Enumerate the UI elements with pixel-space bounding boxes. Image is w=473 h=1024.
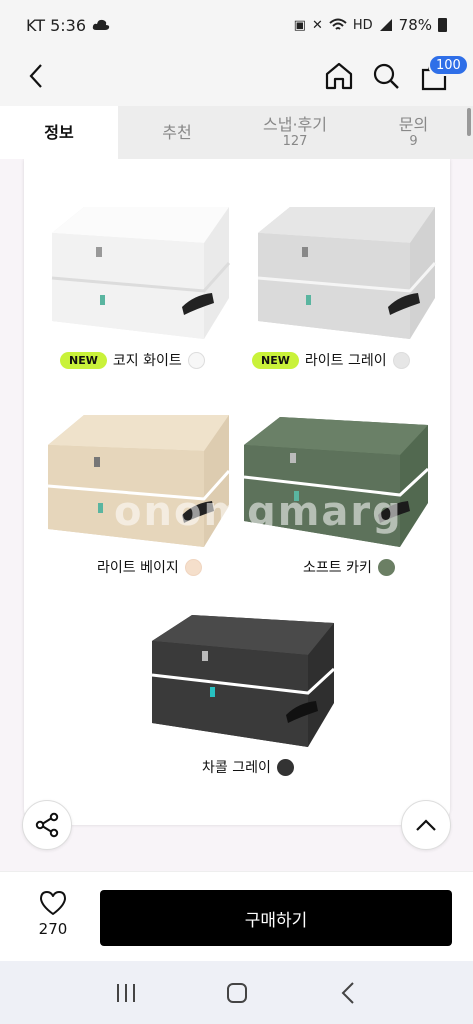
chevron-left-icon (29, 64, 42, 88)
tab-snap-review[interactable]: 스냅·후기 127 (236, 106, 354, 159)
status-bar: KT 5:36 ▣ ✕ HD 78% (0, 0, 473, 50)
color-swatch (276, 758, 294, 776)
cloud-icon (92, 19, 110, 30)
color-swatch (377, 558, 395, 576)
product-label-charcoal-gray: 차콜 그레이 (202, 757, 294, 777)
back-button[interactable] (16, 56, 56, 96)
image-watermark: onomgmarg (114, 489, 403, 535)
share-button[interactable] (22, 800, 72, 850)
tab-recommend[interactable]: 추천 (118, 106, 236, 159)
cart-count-badge: 100 (428, 54, 469, 76)
product-name: 소프트 카키 (303, 560, 372, 576)
home-icon (325, 62, 353, 90)
new-badge: NEW (252, 351, 299, 369)
tab-scrollbar[interactable] (467, 108, 471, 136)
home-nav-button[interactable] (217, 973, 257, 1013)
hd-icon: HD (352, 17, 373, 33)
scroll-to-top-button[interactable] (401, 800, 451, 850)
tab-label: 정보 (44, 122, 74, 142)
color-swatch (184, 558, 202, 576)
product-name: 라이트 그레이 (304, 353, 387, 369)
mute-icon: ✕ (311, 17, 323, 33)
product-detail-content[interactable]: NEW 코지 화이트 NEW 라이트 그레이 라이트 베이지 소프트 카키 on… (0, 159, 473, 871)
sim-icon: ▣ (293, 17, 306, 33)
bag-image-charcoal-gray (151, 615, 336, 747)
like-button[interactable]: 270 (26, 890, 80, 948)
tab-count: 9 (409, 134, 418, 150)
home-square-icon (226, 982, 247, 1003)
product-name: 라이트 베이지 (97, 560, 179, 576)
tab-label: 스냅·후기 (263, 115, 327, 135)
top-app-bar (0, 50, 473, 106)
product-label-light-beige: 라이트 베이지 (97, 557, 202, 577)
signal-icon (379, 19, 392, 31)
status-right: ▣ ✕ HD 78% (294, 16, 447, 34)
search-button[interactable] (366, 56, 406, 96)
bag-image-cozy-white (51, 207, 231, 339)
product-name: 코지 화이트 (112, 353, 182, 369)
new-badge: NEW (60, 351, 107, 369)
color-swatch (187, 351, 205, 369)
tab-label: 추천 (162, 122, 192, 142)
status-left: KT 5:36 (26, 16, 110, 35)
product-label-cozy-white: NEW 코지 화이트 (60, 350, 205, 370)
share-icon (35, 812, 59, 838)
battery-percent: 78% (398, 16, 432, 34)
back-nav-button[interactable] (328, 973, 368, 1013)
chevron-up-icon (416, 819, 436, 831)
tab-info[interactable]: 정보 (0, 106, 118, 159)
recent-apps-icon (116, 983, 135, 1002)
color-swatch (392, 351, 410, 369)
system-nav-bar (0, 961, 473, 1024)
tab-count: 127 (282, 134, 308, 150)
product-name: 차콜 그레이 (202, 760, 271, 776)
product-tabs: 정보 추천 스냅·후기 127 문의 9 (0, 106, 473, 159)
buy-button[interactable]: 구매하기 (100, 890, 452, 946)
purchase-bar: 270 구매하기 (0, 871, 473, 961)
battery-icon (438, 18, 447, 32)
recent-apps-button[interactable] (106, 973, 146, 1013)
home-button[interactable] (319, 56, 359, 96)
bag-image-light-gray (257, 207, 437, 339)
wifi-icon (329, 18, 347, 30)
back-arrow-icon (341, 981, 354, 1004)
product-label-light-gray: NEW 라이트 그레이 (252, 350, 410, 370)
search-icon (373, 63, 399, 89)
product-label-soft-khaki: 소프트 카키 (303, 557, 395, 577)
heart-icon (40, 891, 66, 915)
carrier-time: KT 5:36 (26, 15, 87, 35)
color-options-image: NEW 코지 화이트 NEW 라이트 그레이 라이트 베이지 소프트 카키 on… (24, 159, 450, 825)
tab-label: 문의 (398, 115, 429, 135)
like-count: 270 (38, 920, 68, 938)
tab-inquiry[interactable]: 문의 9 (354, 106, 473, 159)
